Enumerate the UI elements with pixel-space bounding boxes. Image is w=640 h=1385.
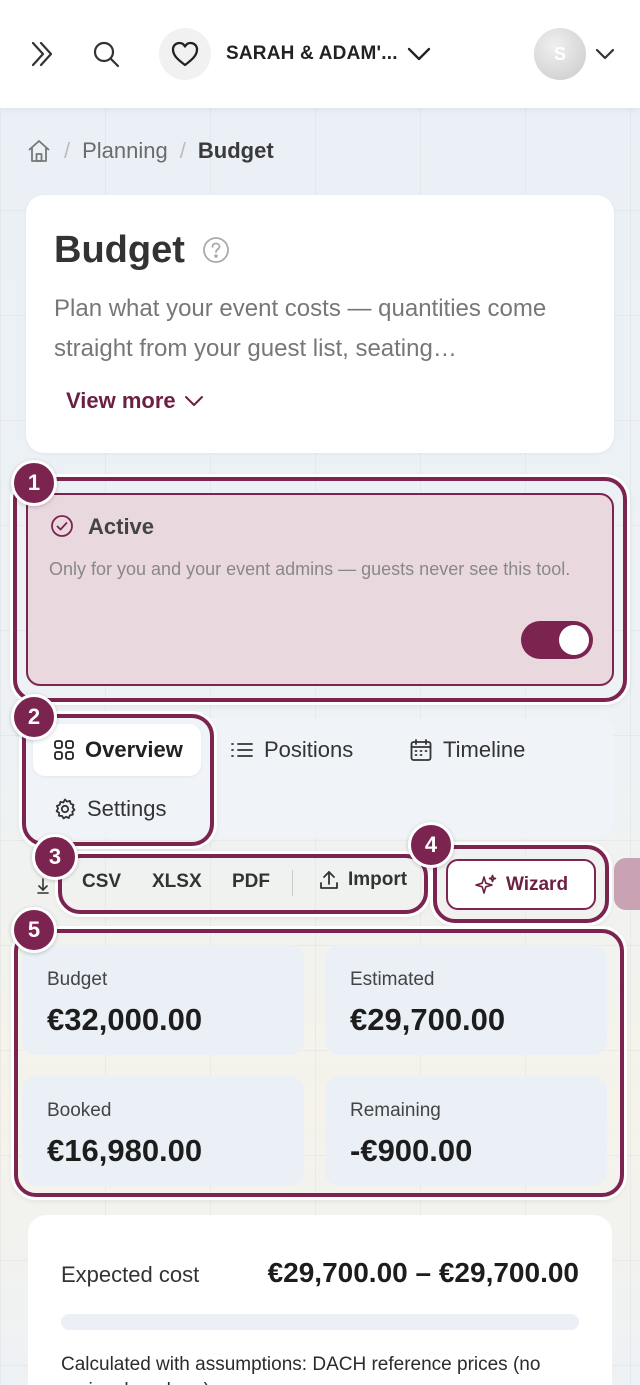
view-more-link[interactable]: View more [66, 388, 204, 414]
export-xlsx-button[interactable]: XLSX [152, 871, 202, 893]
expected-cost-value: €29,700.00 – €29,700.00 [267, 1257, 579, 1288]
event-heart-icon[interactable] [159, 28, 211, 80]
grid-icon [54, 740, 74, 760]
avatar[interactable]: S [534, 28, 586, 80]
step-badge-4: 4 [408, 822, 454, 868]
event-switcher-chevron-icon[interactable] [404, 39, 434, 69]
breadcrumb-planning[interactable]: Planning [82, 138, 168, 164]
list-icon [231, 743, 253, 757]
stat-label: Remaining [350, 1100, 441, 1121]
download-icon [36, 877, 50, 900]
breadcrumb-separator: / [64, 138, 71, 163]
wizard-button[interactable]: Wizard [446, 859, 596, 910]
stat-value: €16,980.00 [47, 1133, 203, 1168]
status-label: Active [88, 514, 155, 539]
expected-cost-card: Expected cost €29,700.00 – €29,700.00 Ca… [28, 1215, 612, 1385]
export-divider [292, 870, 293, 896]
breadcrumb-separator: / [179, 138, 186, 163]
tab-settings[interactable]: Settings [53, 796, 167, 822]
gear-icon [55, 798, 76, 820]
tab-positions[interactable]: Positions [230, 737, 353, 763]
expand-sidebar-icon[interactable] [22, 34, 62, 74]
export-pdf-button[interactable]: PDF [232, 871, 270, 893]
tab-timeline[interactable]: Timeline [409, 737, 525, 763]
step-badge-5: 5 [11, 907, 57, 953]
tab-overview[interactable]: Overview [33, 724, 201, 776]
event-name[interactable]: SARAH & ADAM'... [226, 43, 398, 65]
export-csv-button[interactable]: CSV [82, 871, 121, 893]
page-description: Plan what your event costs — quantities … [54, 295, 547, 362]
stat-label: Booked [47, 1100, 112, 1121]
home-icon[interactable] [26, 138, 52, 164]
help-icon[interactable] [202, 236, 230, 269]
upload-icon [320, 871, 338, 889]
step-badge-3: 3 [32, 834, 78, 880]
expected-cost-note: Calculated with assumptions: DACH refere… [61, 1354, 541, 1385]
breadcrumb-current: Budget [197, 138, 274, 163]
tab-overview-label: Overview [85, 737, 183, 762]
intro-card: Budget Plan what your event costs — quan… [26, 195, 614, 453]
search-icon[interactable] [86, 34, 126, 74]
sparkle-icon [475, 874, 497, 894]
account-chevron-down-icon[interactable] [593, 43, 617, 65]
page-title: Budget [54, 229, 185, 271]
tab-timeline-label: Timeline [443, 737, 526, 762]
check-circle-icon [50, 514, 74, 543]
stat-budget: Budget €32,000.00 [22, 945, 304, 1055]
wizard-label: Wizard [505, 873, 569, 895]
chevron-down-icon [184, 396, 203, 406]
import-button[interactable]: Import [318, 869, 407, 891]
step-badge-1: 1 [11, 460, 57, 506]
stat-label: Estimated [350, 969, 435, 990]
expected-cost-label: Expected cost [61, 1262, 200, 1287]
expected-cost-bar [61, 1314, 579, 1330]
breadcrumb: / Planning / Budget [26, 136, 274, 166]
toggle-knob [559, 625, 589, 655]
tab-settings-label: Settings [87, 796, 167, 821]
stat-estimated: Estimated €29,700.00 [325, 945, 607, 1055]
stat-booked: Booked €16,980.00 [22, 1076, 304, 1186]
import-label: Import [348, 869, 408, 890]
active-toggle[interactable] [521, 621, 593, 659]
status-panel: Active Only for you and your event admin… [26, 493, 614, 686]
tab-positions-label: Positions [264, 737, 354, 762]
stat-value: -€900.00 [350, 1133, 473, 1168]
top-bar: SARAH & ADAM'... S [0, 0, 640, 108]
stat-remaining: Remaining -€900.00 [325, 1076, 607, 1186]
status-description: Only for you and your event admins — gue… [49, 559, 571, 579]
secondary-action-button[interactable] [614, 858, 640, 910]
view-more-label: View more [66, 388, 176, 413]
calendar-icon [410, 739, 432, 761]
stat-value: €32,000.00 [47, 1002, 203, 1037]
stat-label: Budget [47, 969, 108, 990]
stat-value: €29,700.00 [350, 1002, 506, 1037]
step-badge-2: 2 [11, 694, 57, 740]
